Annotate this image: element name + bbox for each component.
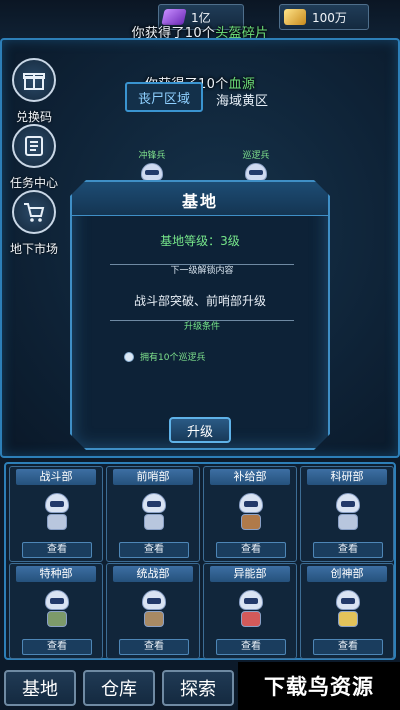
task-center-button[interactable]: 任务中心 [4, 124, 64, 191]
underground-market-button[interactable]: 地下市场 [4, 190, 64, 257]
robot-avatar-icon [139, 493, 169, 533]
dept-outpost[interactable]: 前哨部 查看 [106, 466, 200, 562]
robot-avatar-icon [333, 590, 363, 630]
task-list-icon [12, 124, 56, 168]
redeem-code-label: 兑换码 [15, 110, 52, 124]
dept-name: 异能部 [210, 566, 290, 582]
robot-avatar-icon [42, 590, 72, 630]
character-patrol-soldier[interactable]: 巡逻兵 [236, 148, 276, 181]
view-button[interactable]: 查看 [22, 542, 92, 558]
dept-creation[interactable]: 创神部 查看 [300, 563, 394, 659]
robot-head-icon [245, 163, 267, 181]
dept-name: 科研部 [307, 469, 387, 485]
upgrade-condition-item: 拥有10个巡逻兵 [124, 350, 205, 363]
tab-sea-yellow-zone[interactable]: 海域黄区 [216, 90, 268, 109]
base-dialog: 基地 基地等级：3级 下一级解锁内容 战斗部突破、前哨部升级 升级条件 拥有10… [70, 180, 330, 450]
dept-name: 创神部 [307, 566, 387, 582]
shopping-cart-icon [12, 190, 56, 234]
underground-market-label: 地下市场 [9, 242, 58, 256]
unlock-content: 战斗部突破、前哨部升级 [133, 294, 266, 308]
dept-research[interactable]: 科研部 查看 [300, 466, 394, 562]
watermark-text: 下载鸟资源 [238, 662, 400, 710]
view-button[interactable]: 查看 [313, 639, 383, 655]
base-level: 基地等级：3级 [160, 234, 240, 248]
nav-warehouse[interactable]: 仓库 [83, 670, 155, 706]
robot-avatar-icon [236, 493, 266, 533]
robot-head-icon [141, 163, 163, 181]
view-button[interactable]: 查看 [22, 639, 92, 655]
character-name: 冲锋兵 [138, 151, 166, 161]
dept-psionic[interactable]: 异能部 查看 [203, 563, 297, 659]
next-unlock-header: 下一级解锁内容 [110, 264, 294, 276]
dept-united-front[interactable]: 统战部 查看 [106, 563, 200, 659]
upgrade-condition-text: 拥有10个巡逻兵 [140, 353, 206, 363]
robot-avatar-icon [333, 493, 363, 533]
task-center-label: 任务中心 [9, 176, 58, 190]
dept-name: 补给部 [210, 469, 290, 485]
dept-name: 特种部 [16, 566, 96, 582]
radio-dot-icon [124, 351, 134, 362]
dept-name: 前哨部 [113, 469, 193, 485]
upgrade-button[interactable]: 升级 [169, 417, 231, 443]
nav-explore[interactable]: 探索 [162, 670, 234, 706]
dept-special-forces[interactable]: 特种部 查看 [9, 563, 103, 659]
character-name: 巡逻兵 [242, 151, 270, 161]
character-assault-soldier[interactable]: 冲锋兵 [132, 148, 172, 181]
tab-zombie-area[interactable]: 丧尸区域 [125, 82, 203, 112]
robot-avatar-icon [139, 590, 169, 630]
view-button[interactable]: 查看 [119, 639, 189, 655]
view-button[interactable]: 查看 [313, 542, 383, 558]
dialog-title: 基地 [181, 192, 218, 211]
view-button[interactable]: 查看 [119, 542, 189, 558]
robot-avatar-icon [236, 590, 266, 630]
dept-name: 战斗部 [16, 469, 96, 485]
dept-name: 统战部 [113, 566, 193, 582]
dept-supply[interactable]: 补给部 查看 [203, 466, 297, 562]
dept-combat[interactable]: 战斗部 查看 [9, 466, 103, 562]
robot-avatar-icon [42, 493, 72, 533]
nav-base[interactable]: 基地 [4, 670, 76, 706]
view-button[interactable]: 查看 [216, 639, 286, 655]
view-button[interactable]: 查看 [216, 542, 286, 558]
upgrade-condition-header: 升级条件 [110, 320, 294, 332]
